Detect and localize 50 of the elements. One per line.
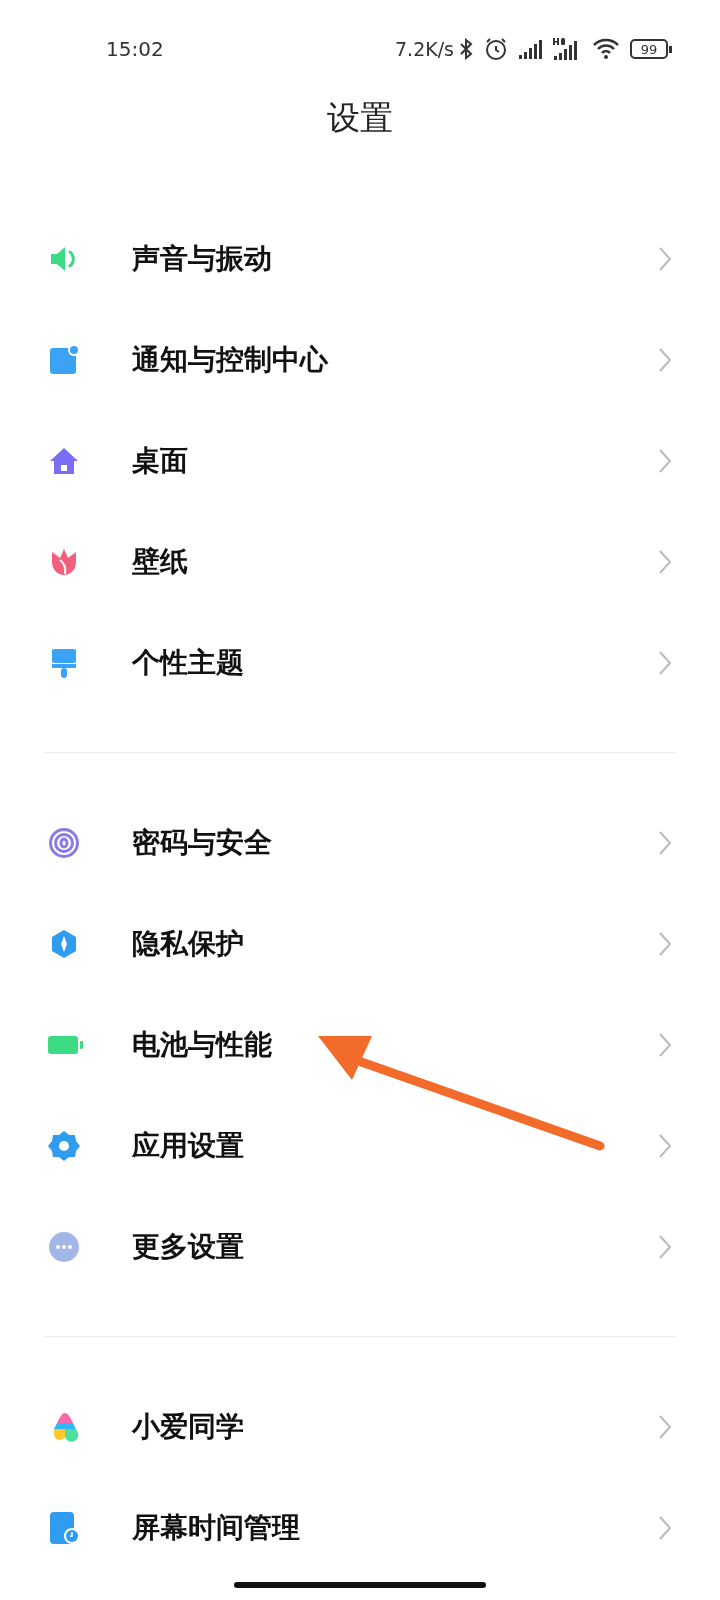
item-label: 隐私保护	[132, 925, 245, 962]
chevron-right-icon	[658, 649, 672, 676]
bluetooth-icon	[458, 38, 474, 60]
home-indicator[interactable]	[234, 1582, 486, 1588]
settings-item[interactable]: 壁纸	[0, 511, 720, 612]
chevron-right-icon	[658, 1233, 672, 1260]
chevron-right-icon	[658, 1514, 672, 1541]
settings-item[interactable]: 应用设置	[0, 1095, 720, 1196]
settings-item[interactable]: 通知与控制中心	[0, 309, 720, 410]
network-speed: 7.2K/s	[395, 36, 454, 62]
settings-item[interactable]: 屏幕时间管理	[0, 1477, 720, 1578]
status-time: 15:02	[106, 36, 165, 63]
alarm-clock-icon	[484, 37, 508, 61]
chevron-right-icon	[658, 930, 672, 957]
page-title: 设置	[327, 98, 393, 138]
gear-icon	[48, 1129, 80, 1162]
settings-item[interactable]: 电池与性能	[0, 994, 720, 1095]
item-label: 声音与振动	[132, 240, 273, 277]
settings-item[interactable]: 小爱同学	[0, 1376, 720, 1477]
settings-item[interactable]: 桌面	[0, 410, 720, 511]
item-label: 密码与安全	[132, 824, 273, 861]
chevron-right-icon	[658, 447, 672, 474]
item-label: 应用设置	[132, 1127, 245, 1164]
battery-indicator: 99	[630, 39, 672, 59]
settings-item[interactable]: 声音与振动	[0, 208, 720, 309]
settings-item[interactable]: 密码与安全	[0, 792, 720, 893]
settings-item[interactable]: 个性主题	[0, 612, 720, 713]
settings-item[interactable]: 更多设置	[0, 1196, 720, 1297]
item-label: 桌面	[132, 442, 189, 479]
chevron-right-icon	[658, 346, 672, 373]
chevron-right-icon	[658, 1031, 672, 1058]
signal-icon	[518, 38, 544, 60]
notification-icon	[48, 343, 80, 376]
chevron-right-icon	[658, 1132, 672, 1159]
chevron-right-icon	[658, 245, 672, 272]
chevron-right-icon	[658, 829, 672, 856]
item-label: 壁纸	[132, 543, 189, 580]
settings-item[interactable]: 隐私保护	[0, 893, 720, 994]
item-label: 小爱同学	[132, 1408, 245, 1445]
item-label: 个性主题	[132, 644, 245, 681]
wifi-icon	[592, 38, 620, 60]
item-label: 更多设置	[132, 1228, 245, 1265]
signal-hd-icon	[552, 37, 580, 61]
fingerprint-icon	[48, 826, 80, 859]
more-icon	[48, 1230, 80, 1263]
item-label: 通知与控制中心	[132, 341, 329, 378]
chevron-right-icon	[658, 548, 672, 575]
item-label: 电池与性能	[132, 1026, 273, 1063]
chevron-right-icon	[658, 1413, 672, 1440]
item-label: 屏幕时间管理	[132, 1509, 301, 1546]
